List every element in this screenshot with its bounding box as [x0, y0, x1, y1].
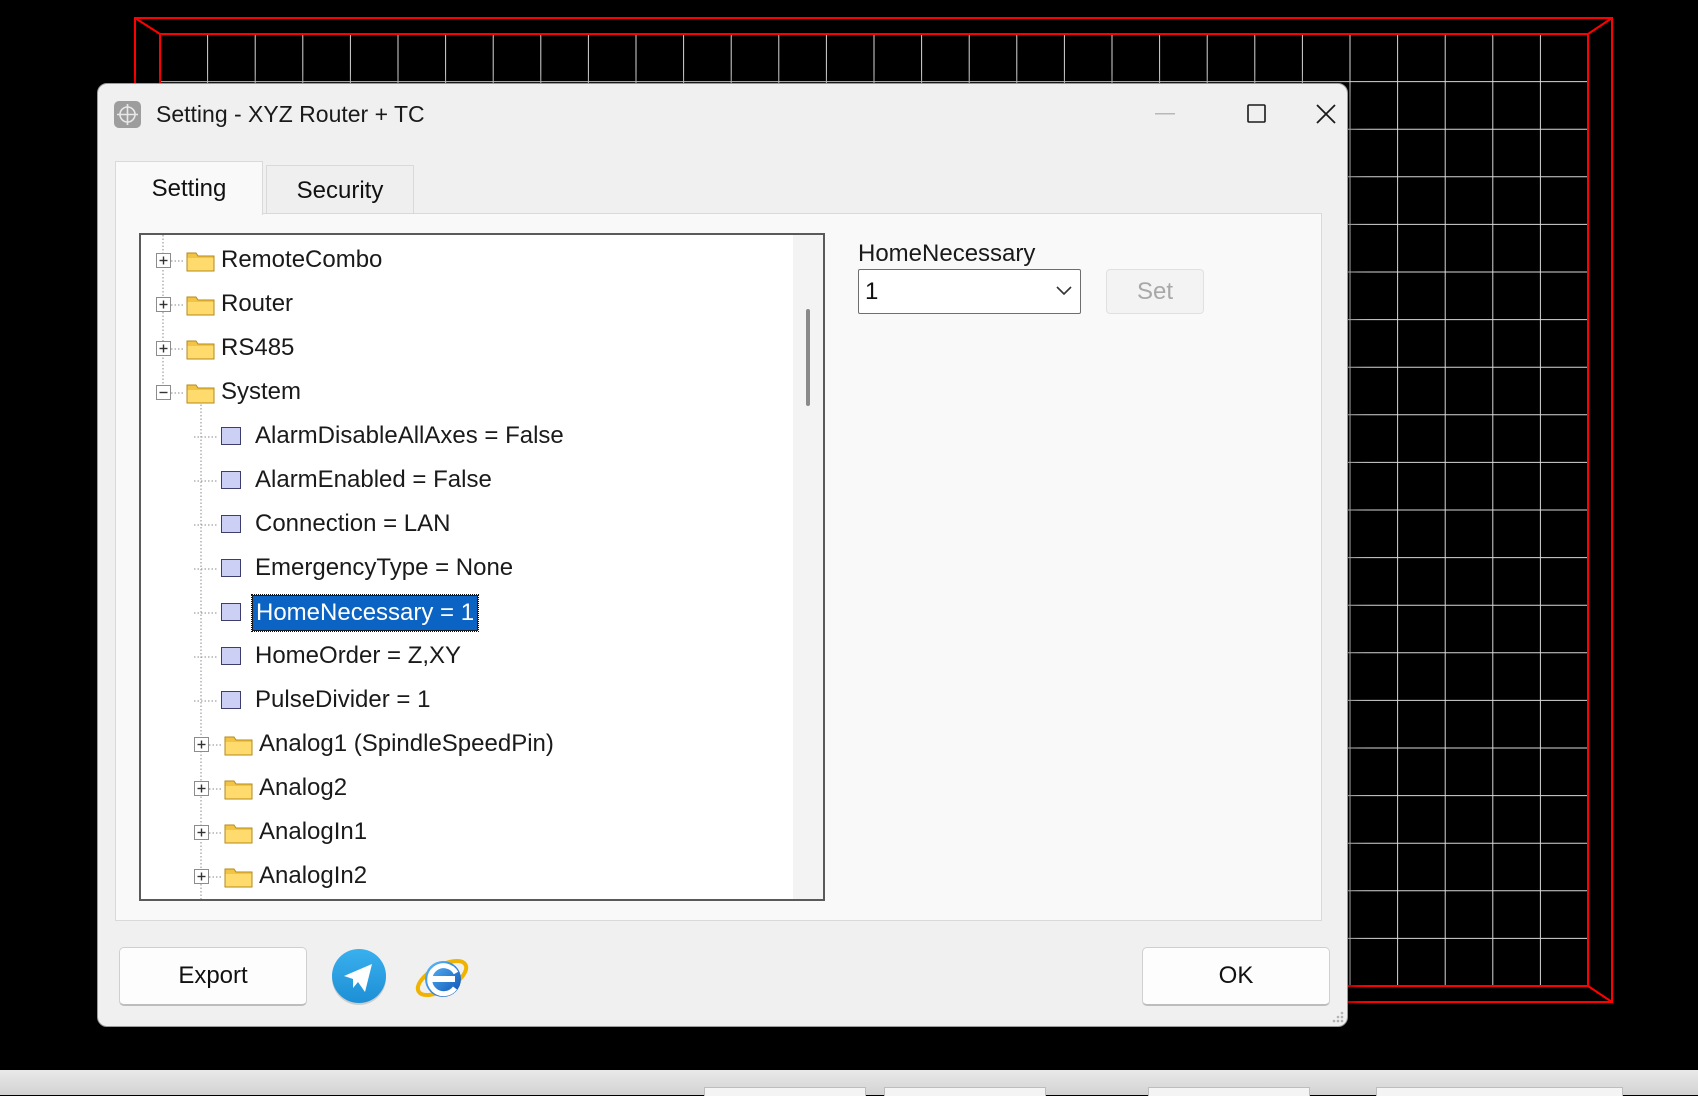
tree-node-label: AlarmDisableAllAxes = False: [255, 422, 564, 449]
close-button[interactable]: [1304, 84, 1347, 144]
export-button[interactable]: Export: [119, 947, 307, 1006]
folder-icon: [224, 824, 253, 844]
scrollbar-thumb[interactable]: [806, 309, 810, 406]
tree-node-label: HomeOrder = Z,XY: [255, 642, 462, 669]
tab-panel: RemoteCombo Router RS485 System AlarmDisable…: [115, 213, 1322, 921]
folder-icon: [224, 736, 253, 756]
tree-node-label: Analog1 (SpindleSpeedPin): [259, 730, 554, 757]
window-title: Setting - XYZ Router + TC: [156, 101, 425, 127]
minimize-button[interactable]: [1119, 84, 1211, 144]
expand-icon[interactable]: [194, 869, 209, 884]
tree-node-label: Connection = LAN: [255, 510, 451, 537]
tab-security[interactable]: Security: [266, 165, 414, 215]
tree-node-label-selected: HomeNecessary = 1: [250, 594, 480, 632]
settings-dialog: Setting - XYZ Router + TC Setting Securi…: [97, 83, 1348, 1027]
expand-icon[interactable]: [194, 825, 209, 840]
chevron-down-icon: [1056, 286, 1072, 296]
tree-folder-node[interactable]: Analog1 (SpindleSpeedPin): [141, 727, 791, 763]
maximize-button[interactable]: [1211, 84, 1303, 144]
maximize-icon: [1247, 104, 1266, 123]
close-icon: [1315, 104, 1336, 124]
telegram-icon[interactable]: [330, 948, 388, 1006]
ok-button[interactable]: OK: [1142, 947, 1330, 1006]
tree-folder-node[interactable]: RS485: [141, 331, 791, 367]
tree-node-label: AlarmEnabled = False: [255, 466, 492, 493]
tab-setting[interactable]: Setting: [115, 161, 263, 215]
folder-icon: [186, 384, 215, 404]
setting-item-icon: [221, 427, 241, 445]
tree-folder-node[interactable]: AnalogIn1: [141, 815, 791, 851]
tree-folder-node[interactable]: Analog2: [141, 771, 791, 807]
set-button[interactable]: Set: [1106, 269, 1204, 314]
setting-item-icon: [221, 603, 241, 621]
setting-item-icon: [221, 647, 241, 665]
internet-explorer-icon[interactable]: [412, 948, 474, 1008]
tree-node-label: RS485: [221, 334, 295, 361]
property-name-label: HomeNecessary: [858, 240, 1036, 267]
folder-icon: [224, 780, 253, 800]
tree-node-label: Analog2: [259, 774, 348, 801]
minimize-icon: [1155, 113, 1175, 115]
tree-node-label: Router: [221, 290, 294, 317]
tree-leaf-node[interactable]: EmergencyType = None: [141, 551, 791, 587]
collapse-icon[interactable]: [156, 385, 171, 400]
expand-icon[interactable]: [156, 253, 171, 268]
tree-leaf-node[interactable]: AlarmDisableAllAxes = False: [141, 419, 791, 455]
tree-node-label: System: [221, 378, 302, 405]
expand-icon[interactable]: [156, 297, 171, 312]
folder-icon: [186, 252, 215, 272]
setting-item-icon: [221, 691, 241, 709]
tree-leaf-node[interactable]: Connection = LAN: [141, 507, 791, 543]
tree-folder-node[interactable]: System: [141, 375, 791, 411]
tree-leaf-node[interactable]: HomeNecessary = 1: [141, 594, 791, 632]
tree-scrollbar[interactable]: [793, 235, 823, 899]
setting-item-icon: [221, 515, 241, 533]
expand-icon[interactable]: [156, 341, 171, 356]
tree-node-label: AnalogIn2: [259, 862, 368, 889]
property-value: 1: [865, 278, 879, 305]
property-value-dropdown[interactable]: 1: [858, 269, 1081, 314]
folder-icon: [186, 340, 215, 360]
tree-leaf-node[interactable]: PulseDivider = 1: [141, 683, 791, 719]
tree-leaf-node[interactable]: AlarmEnabled = False: [141, 463, 791, 499]
tree-folder-node[interactable]: Router: [141, 287, 791, 323]
expand-icon[interactable]: [194, 737, 209, 752]
tree-node-label: EmergencyType = None: [255, 554, 514, 581]
settings-tree[interactable]: RemoteCombo Router RS485 System AlarmDisable…: [139, 233, 825, 901]
tree-folder-node[interactable]: AnalogIn2: [141, 859, 791, 895]
folder-icon: [224, 868, 253, 888]
resize-grip-icon[interactable]: [1331, 1010, 1345, 1024]
tree-leaf-node[interactable]: HomeOrder = Z,XY: [141, 639, 791, 675]
title-bar[interactable]: Setting - XYZ Router + TC: [98, 84, 1347, 144]
tree-node-label: PulseDivider = 1: [255, 686, 431, 713]
app-icon: [114, 101, 141, 128]
setting-item-icon: [221, 471, 241, 489]
folder-icon: [186, 296, 215, 316]
setting-item-icon: [221, 559, 241, 577]
tree-node-label: AnalogIn1: [259, 818, 368, 845]
tree-folder-node[interactable]: RemoteCombo: [141, 243, 791, 279]
expand-icon[interactable]: [194, 781, 209, 796]
tree-node-label: RemoteCombo: [221, 246, 383, 273]
